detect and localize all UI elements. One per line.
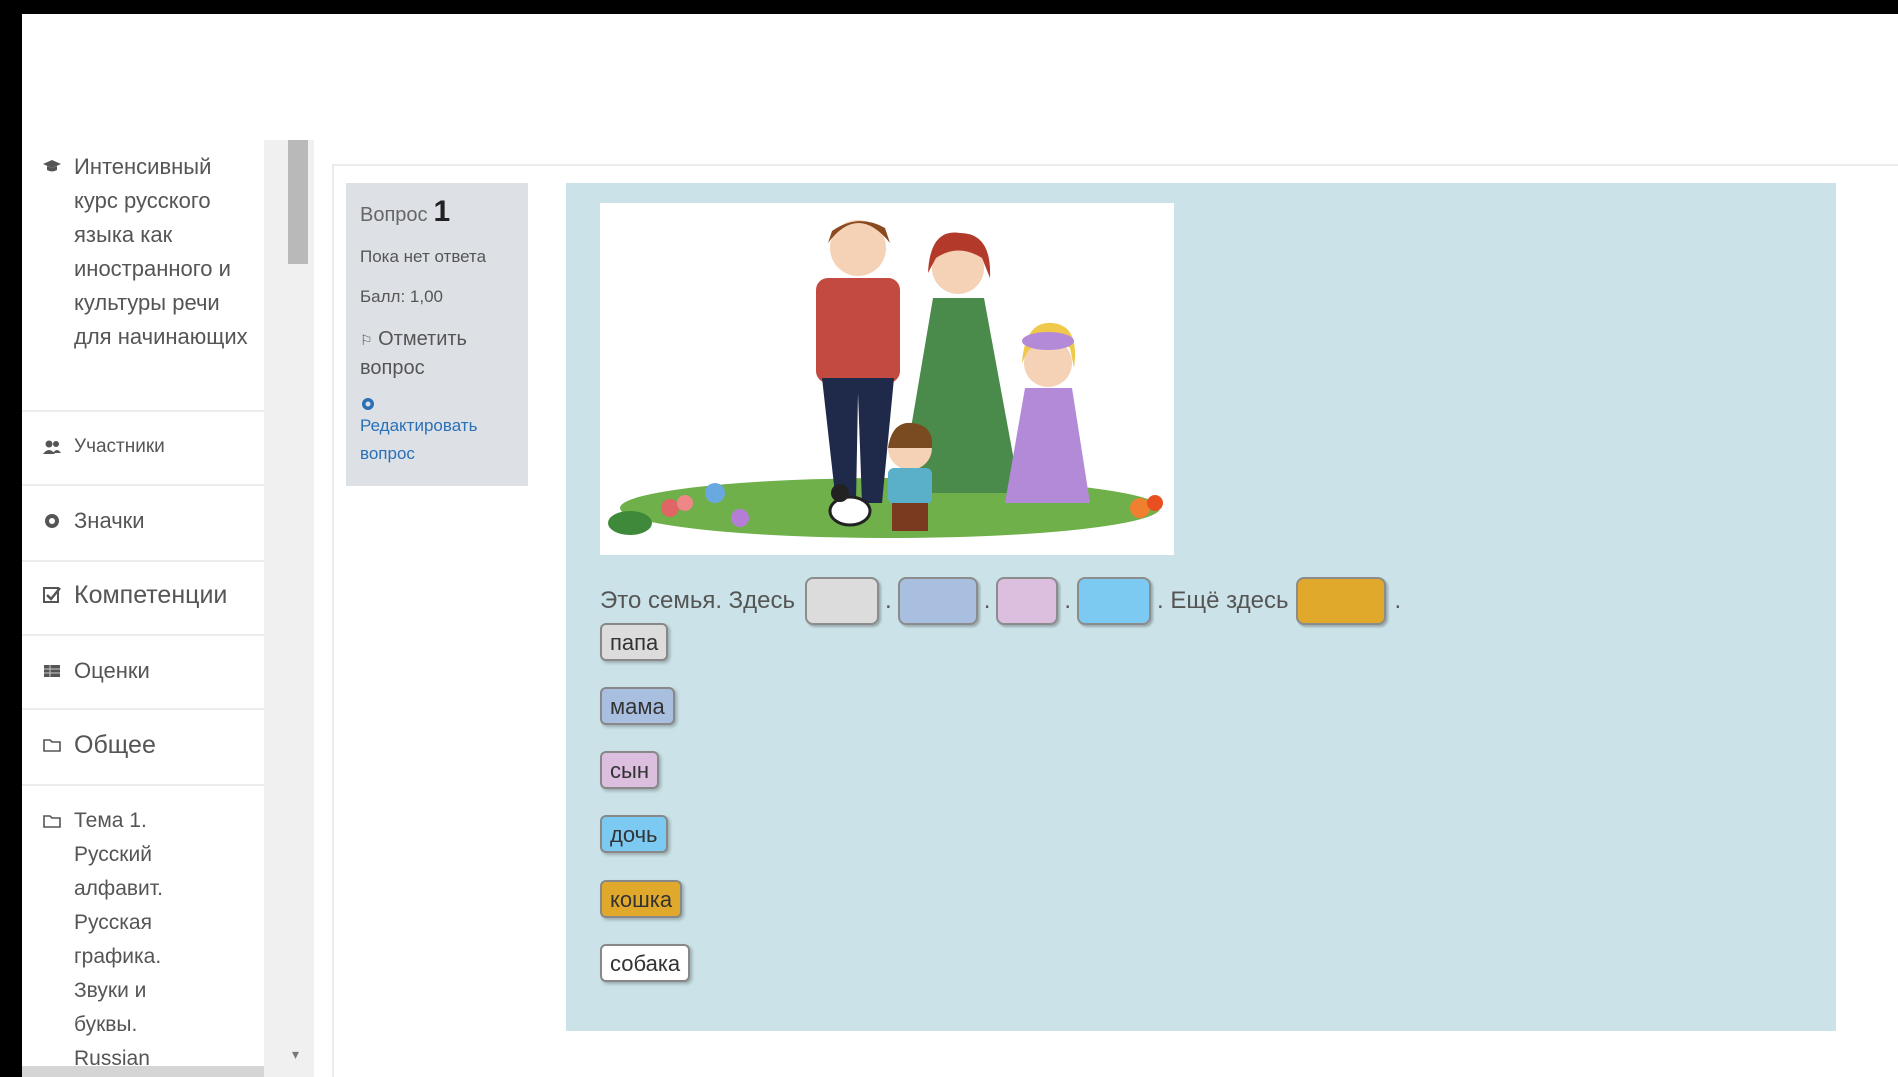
sentence-end: . [1394,587,1402,614]
choice-doch[interactable]: дочь [600,815,668,853]
family-illustration-image [600,203,1174,555]
table-icon [44,665,60,677]
question-sentence: Это семья. Здесь . . . . Ещё здесь . [600,576,1401,626]
drop-zone-3[interactable] [996,577,1059,625]
sidebar-scrollbar-track[interactable] [264,140,314,1077]
drop-zone-4[interactable] [1077,577,1152,625]
separator-dot: . [983,587,991,614]
sidebar-item-label: Оценки [74,658,150,683]
sidebar-item-general[interactable]: Общее [22,710,264,786]
folder-icon [43,739,61,752]
sidebar-item-participants[interactable]: Участники [22,412,264,486]
separator-dot: . [1064,587,1072,614]
drop-zone-2[interactable] [897,577,978,625]
sidebar-item-badges[interactable]: Значки [22,486,264,562]
separator-dot: . [885,587,892,614]
sidebar-item-course[interactable]: Интенсивный курс русского языка как инос… [22,140,264,412]
choice-koshka[interactable]: кошка [600,880,683,918]
sidebar-item-label: Тема 1. Русский алфавит. Русская графика… [74,809,163,1070]
horizontal-scrollbar[interactable] [22,1066,264,1077]
sidebar-item-label: Компетенции [74,581,228,609]
drop-zone-5[interactable] [1296,577,1387,625]
choice-syn[interactable]: сын [600,751,659,789]
question-status: Пока нет ответа [360,247,487,266]
graduation-cap-icon [43,160,61,172]
sidebar-item-label: Участники [74,436,165,457]
sidebar-scrollbar-thumb[interactable] [288,140,308,264]
flag-question-link[interactable]: ⚐ Отметить вопрос [360,325,514,382]
sidebar-item-label: Интенсивный курс русского языка как инос… [74,154,248,349]
folder-icon [43,815,61,828]
sidebar-item-label: Значки [74,508,145,533]
sidebar-nav: Интенсивный курс русского языка как инос… [22,140,264,1077]
flag-question-label: Отметить вопрос [360,328,467,379]
question-mark: Балл: 1,00 [360,287,443,306]
question-content: Это семья. Здесь . . . . Ещё здесь . пап… [566,183,1836,1031]
badge-icon [45,514,59,528]
drop-zone-1[interactable] [805,577,880,625]
users-icon [43,440,61,454]
sidebar-item-topic-1[interactable]: Тема 1. Русский алфавит. Русская графика… [22,786,264,1077]
flag-icon: ⚐ [360,332,373,348]
checkbox-icon [43,587,61,603]
sentence-start: Это семья. Здесь [600,587,796,614]
choice-mama[interactable]: мама [600,687,675,725]
question-heading: Вопрос 1 [360,195,514,229]
question-prefix: Вопрос [360,204,428,226]
scroll-down-arrow-icon[interactable]: ▾ [292,1046,299,1063]
sentence-middle: . Ещё здесь [1157,587,1289,614]
edit-question-link[interactable]: Редактировать вопрос [360,412,514,468]
sidebar-item-grades[interactable]: Оценки [22,636,264,710]
choice-papa[interactable]: папа [600,623,669,661]
question-info-panel: Вопрос 1 Пока нет ответа Балл: 1,00 ⚐ Отм… [346,183,528,486]
sidebar-item-competencies[interactable]: Компетенции [22,562,264,636]
sidebar-item-label: Общее [74,731,156,759]
choice-sobaka[interactable]: собака [600,944,691,982]
gear-icon[interactable] [360,396,376,412]
question-number: 1 [433,195,451,228]
